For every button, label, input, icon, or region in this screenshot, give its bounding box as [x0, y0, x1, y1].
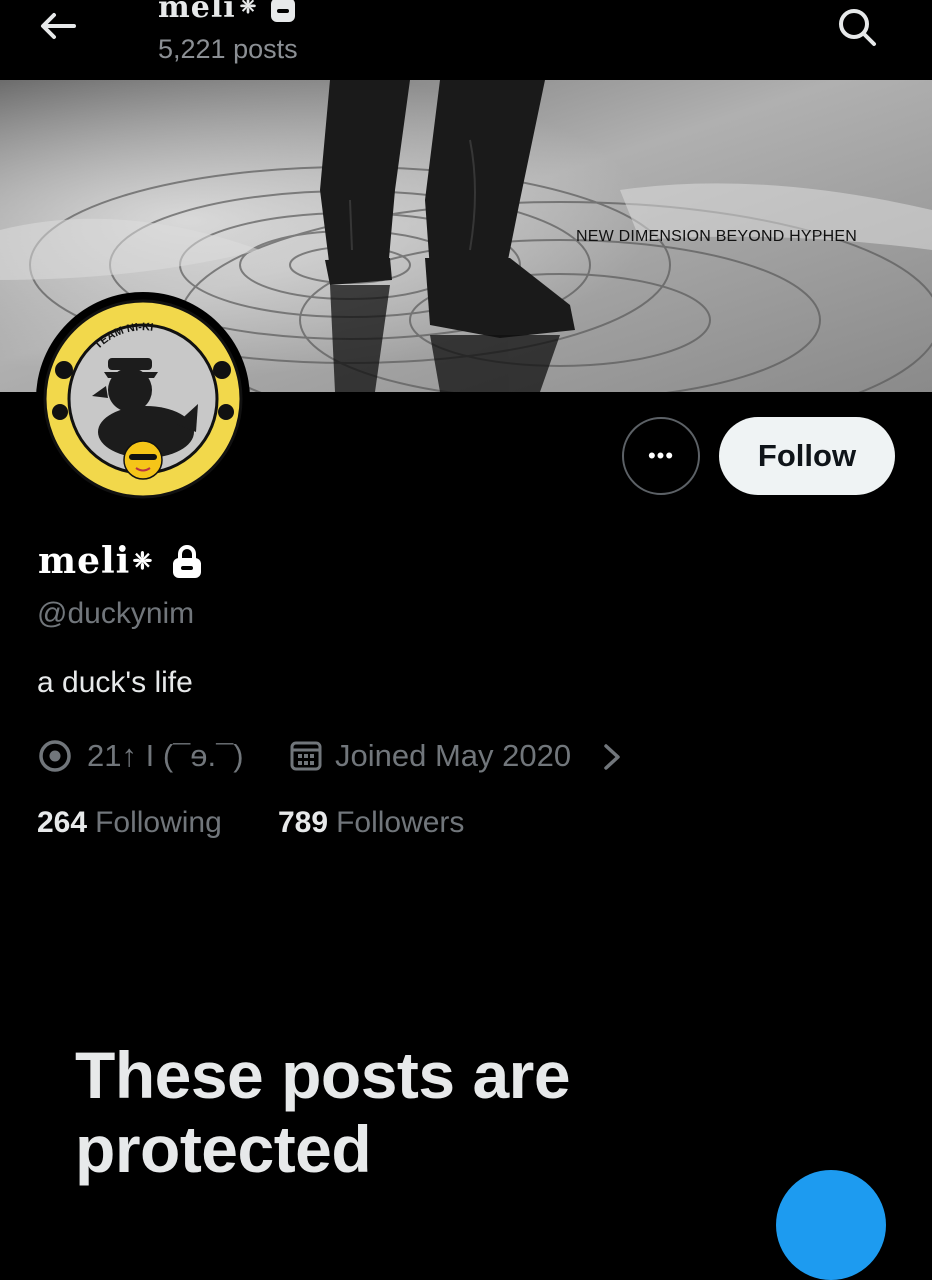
header-title-glyph: ❈	[239, 0, 258, 18]
followers-label: Followers	[336, 806, 465, 839]
more-dots-icon: •••	[647, 443, 675, 468]
header-posts-count: 5,221 posts	[158, 34, 298, 64]
following-link[interactable]: 264 Following	[37, 806, 222, 840]
profile-joined-date: Joined May 2020	[335, 738, 572, 773]
profile-bio: a duck's life	[37, 666, 193, 699]
protected-posts-title: These posts are protected	[75, 1038, 571, 1186]
display-name-glyph: ❈	[132, 546, 154, 575]
header-title: meli ❈	[158, 0, 257, 25]
search-icon	[839, 9, 876, 46]
profile-handle: @duckynim	[37, 597, 195, 630]
display-name: meli❈	[38, 540, 153, 582]
header-title-text: meli	[158, 0, 236, 25]
chevron-right-icon[interactable]	[601, 742, 623, 772]
location-pin-icon	[39, 740, 71, 772]
display-name-text: meli	[38, 540, 131, 582]
lock-icon	[271, 0, 295, 22]
more-options-button[interactable]: •••	[622, 417, 700, 495]
calendar-icon	[290, 741, 322, 771]
top-bar: meli ❈ 5,221 posts	[0, 0, 932, 80]
avatar-image: TEAM NI-KI	[39, 295, 247, 503]
following-label: Following	[95, 806, 222, 839]
following-count: 264	[37, 806, 88, 839]
back-button[interactable]	[36, 8, 80, 44]
avatar[interactable]: TEAM NI-KI	[36, 292, 250, 506]
compose-fab[interactable]	[776, 1170, 886, 1280]
arrow-left-icon	[41, 13, 76, 39]
search-button[interactable]	[836, 6, 878, 48]
followers-link[interactable]: 789 Followers	[278, 806, 464, 840]
protected-lock-icon	[173, 545, 201, 578]
banner-caption: NEW DIMENSION BEYOND HYPHEN	[576, 228, 857, 245]
follow-button[interactable]: Follow	[719, 417, 895, 495]
profile-location: 21↑ I (¯ɘ.¯)	[87, 738, 244, 773]
followers-count: 789	[278, 806, 329, 839]
